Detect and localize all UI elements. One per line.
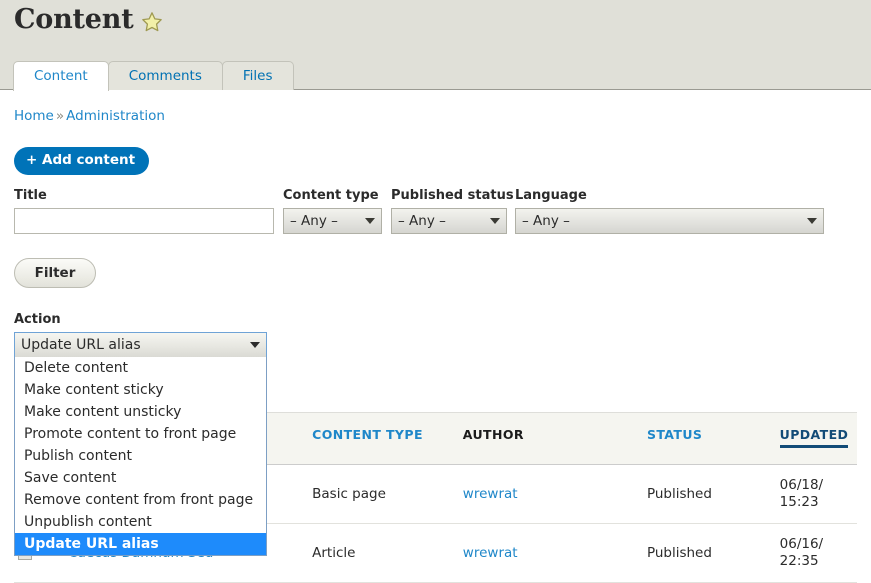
action-option-publish-content[interactable]: Publish content [15, 445, 266, 467]
language-filter-select[interactable]: – Any – [515, 208, 824, 234]
main-content: Home» Administration + Add content Title … [0, 90, 871, 583]
updated-column-label: UPDATED [779, 427, 849, 448]
updated-column-header[interactable]: UPDATED [776, 413, 857, 465]
row-status: Published [642, 464, 776, 524]
action-select[interactable]: Update URL alias [14, 332, 267, 358]
breadcrumb: Home» Administration [14, 108, 165, 124]
row-updated-date: 06/18/ [779, 477, 824, 493]
action-option-remove-content-from-front-page[interactable]: Remove content from front page [15, 489, 266, 511]
content-type-filter-select[interactable]: – Any – [283, 208, 382, 234]
chevron-down-icon [490, 218, 500, 224]
tab-comments[interactable]: Comments [107, 60, 223, 90]
row-author-cell[interactable]: wrewrat [458, 523, 643, 583]
action-option-unpublish-content[interactable]: Unpublish content [15, 511, 266, 533]
chevron-down-icon [807, 218, 817, 224]
published-status-filter-value: – Any – [398, 213, 446, 229]
star-icon[interactable] [141, 11, 163, 33]
action-dropdown-list: Delete content Make content sticky Make … [14, 357, 267, 556]
page-title: Content [14, 4, 134, 35]
published-status-filter-label: Published status [391, 188, 514, 203]
tab-content[interactable]: Content [13, 60, 109, 91]
language-filter-value: – Any – [522, 213, 570, 229]
breadcrumb-separator: » [55, 108, 65, 124]
action-label: Action [14, 312, 61, 327]
row-author-link[interactable]: wrewrat [463, 545, 518, 561]
author-column-label: AUTHOR [462, 427, 524, 442]
row-content-type: Basic page [308, 464, 459, 524]
action-option-promote-content-to-front-page[interactable]: Promote content to front page [15, 423, 266, 445]
row-author-link[interactable]: wrewrat [463, 486, 518, 502]
tab-label: Comments [128, 67, 202, 84]
page-title-row: Content [14, 5, 163, 35]
filter-button[interactable]: Filter [14, 258, 96, 288]
row-updated: 06/18/ 15:23 [775, 464, 857, 524]
add-content-button[interactable]: + Add content [14, 147, 150, 175]
chevron-down-icon [250, 342, 260, 348]
breadcrumb-administration[interactable]: Administration [66, 108, 165, 124]
published-status-filter-select[interactable]: – Any – [391, 208, 507, 234]
row-updated: 06/16/ 22:35 [775, 523, 857, 583]
action-option-save-content[interactable]: Save content [15, 467, 266, 489]
action-option-make-content-sticky[interactable]: Make content sticky [15, 379, 266, 401]
row-updated-time: 15:23 [779, 494, 819, 510]
tab-label: Content [34, 67, 88, 84]
row-updated-time: 22:35 [779, 553, 819, 569]
page-header-band: Content Content Comments Files [0, 0, 871, 91]
tab-files[interactable]: Files [221, 60, 294, 90]
row-author-cell[interactable]: wrewrat [458, 464, 643, 524]
status-column-header[interactable]: STATUS [643, 413, 776, 465]
row-status: Published [642, 523, 776, 583]
content-type-column-label: CONTENT TYPE [312, 427, 423, 442]
breadcrumb-home[interactable]: Home [14, 108, 54, 124]
tab-label: Files [242, 67, 273, 84]
action-option-make-content-unsticky[interactable]: Make content unsticky [15, 401, 266, 423]
action-select-value: Update URL alias [21, 337, 141, 353]
row-updated-date: 06/16/ [779, 536, 824, 552]
content-type-filter-label: Content type [283, 188, 379, 203]
status-column-label: STATUS [646, 427, 703, 442]
action-option-delete-content[interactable]: Delete content [15, 357, 266, 379]
language-filter-label: Language [515, 188, 587, 203]
title-filter-label: Title [14, 188, 47, 203]
chevron-down-icon [365, 218, 375, 224]
content-type-column-header[interactable]: CONTENT TYPE [308, 413, 459, 465]
action-option-update-url-alias[interactable]: Update URL alias [15, 533, 266, 555]
primary-tabs: Content Comments Files [13, 56, 294, 91]
author-column-header[interactable]: AUTHOR [459, 413, 643, 465]
row-content-type: Article [308, 523, 459, 583]
content-type-filter-value: – Any – [290, 213, 338, 229]
title-filter-input[interactable] [14, 208, 274, 234]
